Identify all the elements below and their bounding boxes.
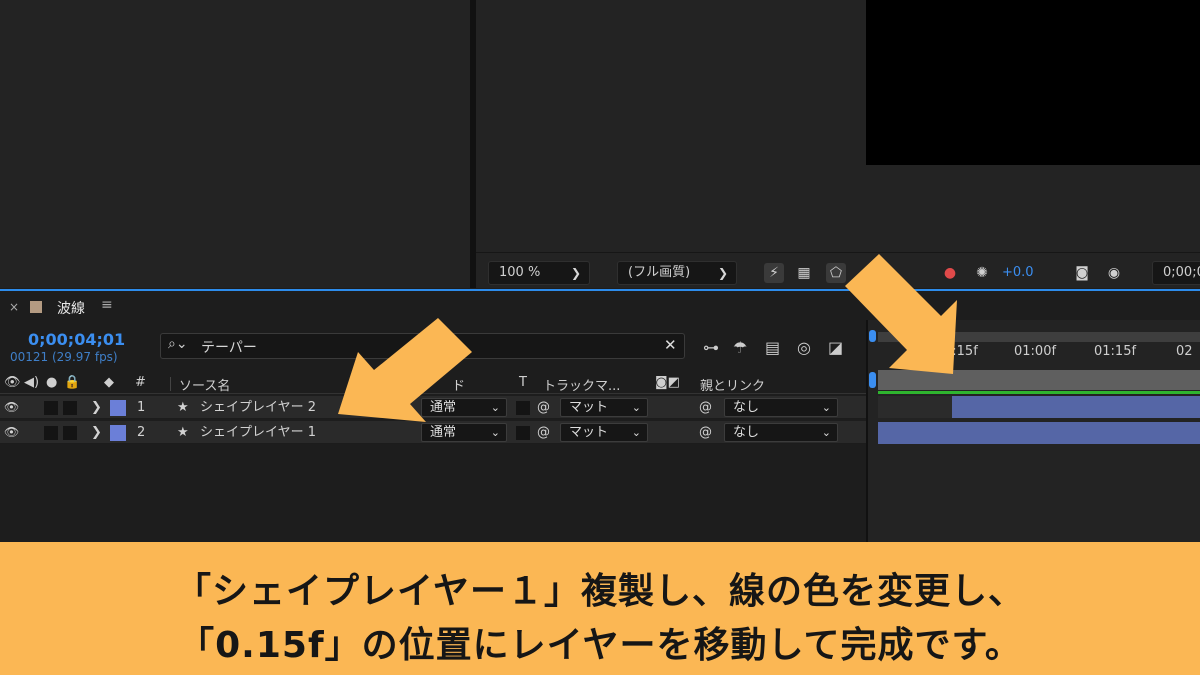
audio-icon[interactable]: ◀) (24, 375, 39, 390)
label-tag-icon[interactable]: ◆ (104, 375, 114, 390)
timeline-tab-title[interactable]: 波線 (57, 298, 85, 318)
comp-flowchart-icon[interactable]: ⊶ (703, 338, 719, 357)
chevron-down-icon: ⌄ (631, 426, 641, 439)
reset-exposure-icon[interactable]: ✺ (972, 263, 992, 283)
resolution-value: (フル画質) (628, 265, 691, 280)
panel-menu-icon[interactable]: ≡ (101, 297, 113, 313)
ruler-tick-label: 01:00f (1014, 344, 1057, 359)
show-snapshot-icon[interactable]: ◉ (1104, 263, 1124, 283)
shy-layers-icon[interactable]: ☂ (733, 338, 747, 357)
column-track-matte[interactable]: トラックマ... (543, 375, 620, 394)
lock-icon[interactable]: 🔒 (64, 375, 80, 390)
ruler-tick-label: 01:15f (1094, 344, 1137, 359)
eye-icon[interactable]: 👁 (4, 375, 21, 390)
composition-canvas (866, 0, 1200, 165)
frame-blending-icon[interactable]: ▤ (765, 338, 780, 357)
chevron-down-icon: ⌄ (490, 401, 500, 414)
timeline-timecode[interactable]: 0;00;04;01 (28, 330, 125, 349)
parent-value: なし (733, 400, 760, 415)
matte-icon: ◙◩ (655, 375, 680, 390)
preserve-transparency-toggle[interactable] (516, 401, 530, 415)
chevron-down-icon: ❯ (570, 266, 581, 280)
lock-toggle[interactable] (63, 426, 77, 440)
chevron-down-icon: ⌄ (821, 401, 831, 414)
chevron-down-icon: ❯ (717, 266, 728, 280)
column-parent[interactable]: 親とリンク (700, 375, 765, 394)
track-matte-value: マット (569, 425, 609, 440)
shape-star-icon: ★ (177, 400, 189, 415)
layer-number: 1 (137, 400, 146, 415)
zoom-value: 100 % (499, 265, 541, 280)
motion-blur-icon[interactable]: ◎ (797, 338, 811, 357)
camera-icon[interactable]: ◙ (1072, 263, 1092, 283)
expand-chevron-icon[interactable]: ❯ (91, 421, 102, 444)
layer-duration-bar[interactable] (878, 422, 1200, 444)
layer-number: 2 (137, 425, 146, 440)
visibility-eye-icon[interactable]: 👁 (4, 421, 19, 444)
project-panel (0, 0, 470, 288)
track-matte-select[interactable]: マット ⌄ (560, 398, 648, 417)
caption-banner: 「シェイプレイヤー１」複製し、線の色を変更し、 「0.15f」の位置にレイヤーを… (0, 542, 1200, 675)
spiral-link-icon[interactable]: @ (537, 421, 550, 444)
solo-toggle[interactable] (44, 401, 58, 415)
ruler-tick-label: 02 (1176, 344, 1193, 359)
preserve-transparency-toggle[interactable] (516, 426, 530, 440)
layer-name[interactable]: シェイプレイヤー 2 (200, 396, 316, 419)
active-panel-indicator (0, 289, 1200, 291)
column-source-name[interactable]: ソース名 (179, 375, 230, 394)
solo-icon[interactable]: ● (46, 375, 57, 390)
layer-label-color[interactable] (110, 425, 126, 441)
column-t: T (519, 375, 527, 390)
parent-select[interactable]: なし ⌄ (724, 423, 838, 442)
chevron-down-icon: ⌄ (490, 426, 500, 439)
pick-whip-icon[interactable]: @ (699, 421, 712, 444)
annotation-arrow-left (338, 318, 472, 422)
track-matte-value: マット (569, 400, 609, 415)
comp-color-swatch (30, 301, 42, 313)
graph-editor-icon[interactable]: ◪ (828, 338, 843, 357)
chevron-down-icon: ⌄ (821, 426, 831, 439)
current-time-field[interactable]: 0;00;0 (1152, 261, 1200, 285)
parent-select[interactable]: なし ⌄ (724, 398, 838, 417)
lock-toggle[interactable] (63, 401, 77, 415)
visibility-eye-icon[interactable]: 👁 (4, 396, 19, 419)
search-icon[interactable]: ⌕⌄ (168, 336, 188, 352)
caption-line-1: 「シェイプレイヤー１」複製し、線の色を変更し、 (175, 571, 1025, 612)
search-input[interactable]: テーパー (201, 337, 257, 357)
column-separator (170, 377, 171, 391)
mask-path-icon[interactable]: ⬠ (826, 263, 846, 283)
clear-search-icon[interactable]: ✕ (664, 336, 677, 354)
pick-whip-icon[interactable]: @ (699, 396, 712, 419)
close-icon[interactable]: × (9, 300, 19, 314)
fast-preview-icon[interactable]: ⚡ (764, 263, 784, 283)
parent-value: なし (733, 425, 760, 440)
frame-count: 00121 (29.97 fps) (10, 350, 118, 364)
layer-name[interactable]: シェイプレイヤー 1 (200, 421, 316, 444)
chevron-down-icon: ⌄ (631, 401, 641, 414)
caption-line-2: 「0.15f」の位置にレイヤーを移動して完成です。 (178, 625, 1022, 666)
expand-chevron-icon[interactable]: ❯ (91, 396, 102, 419)
exposure-value[interactable]: +0.0 (1002, 265, 1034, 280)
track-matte-select[interactable]: マット ⌄ (560, 423, 648, 442)
resolution-select[interactable]: (フル画質) ❯ (617, 261, 737, 285)
transparency-grid-icon[interactable]: ▦ (794, 263, 814, 283)
column-number: # (135, 375, 146, 390)
viewer-toolbar: 100 % ❯ (フル画質) ❯ ⚡ ▦ ⬠ ▭ ● ✺ +0.0 ◙ ◉ 0;… (476, 252, 1200, 288)
annotation-arrow-right (845, 254, 957, 374)
layer-label-color[interactable] (110, 400, 126, 416)
shape-star-icon: ★ (177, 425, 189, 440)
layer-duration-bar[interactable] (952, 396, 1200, 418)
render-cache-indicator (878, 391, 1200, 394)
zoom-select[interactable]: 100 % ❯ (488, 261, 590, 285)
empty-track (878, 396, 952, 418)
current-time-value: 0;00;0 (1163, 265, 1200, 280)
spiral-link-icon[interactable]: @ (537, 396, 550, 419)
solo-toggle[interactable] (44, 426, 58, 440)
